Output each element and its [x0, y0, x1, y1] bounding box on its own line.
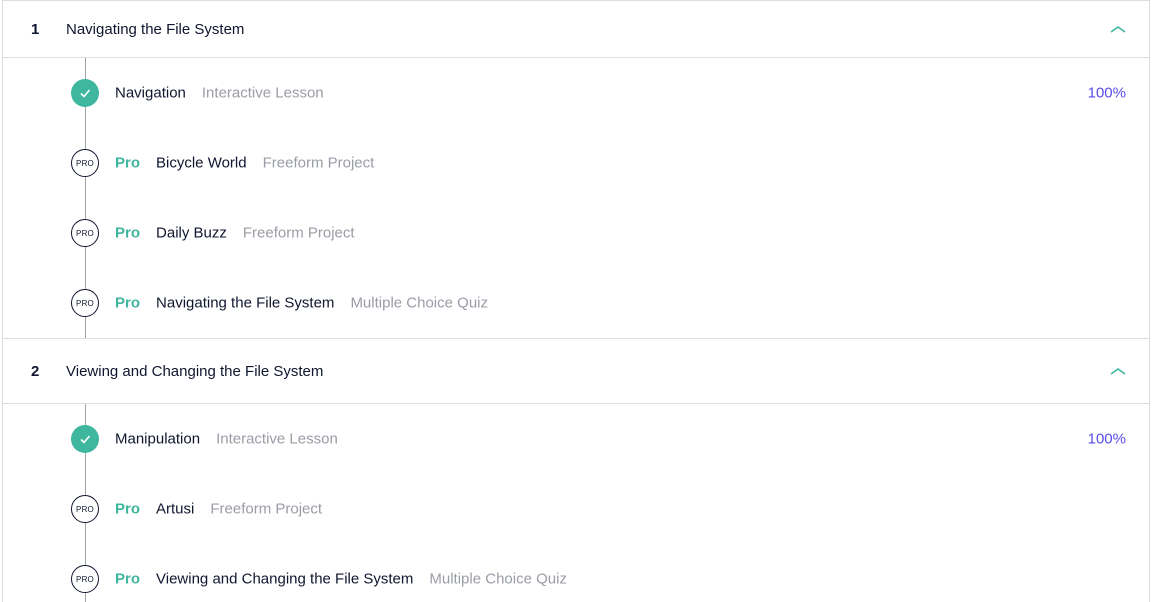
pro-badge-icon: PRO	[71, 565, 99, 593]
item-text: Pro Daily Buzz Freeform Project	[115, 225, 355, 242]
item-text: Pro Viewing and Changing the File System…	[115, 571, 567, 588]
pro-badge-icon: PRO	[71, 495, 99, 523]
check-icon	[71, 79, 99, 107]
item-text: Pro Navigating the File System Multiple …	[115, 295, 488, 312]
pro-label: Pro	[115, 224, 141, 242]
pro-badge-icon: PRO	[71, 289, 99, 317]
item-text: Pro Bicycle World Freeform Project	[115, 155, 374, 172]
list-item-navigation[interactable]: Navigation Interactive Lesson 100%	[3, 58, 1149, 128]
item-name: Viewing and Changing the File System	[156, 570, 414, 588]
item-type: Interactive Lesson	[201, 84, 324, 102]
pro-label: Pro	[115, 500, 141, 518]
item-text: Navigation Interactive Lesson	[115, 85, 324, 102]
item-type: Freeform Project	[242, 224, 355, 242]
list-item-navigating-quiz[interactable]: PRO Pro Navigating the File System Multi…	[3, 268, 1149, 338]
module-number: 2	[31, 362, 40, 380]
list-item-daily-buzz[interactable]: PRO Pro Daily Buzz Freeform Project	[3, 198, 1149, 268]
list-item-manipulation[interactable]: Manipulation Interactive Lesson 100%	[3, 404, 1149, 474]
module-items-1: Navigation Interactive Lesson 100% PRO P…	[3, 58, 1149, 339]
list-item-bicycle-world[interactable]: PRO Pro Bicycle World Freeform Project	[3, 128, 1149, 198]
item-text: Pro Artusi Freeform Project	[115, 501, 322, 518]
item-type: Interactive Lesson	[216, 430, 338, 448]
list-item-artusi[interactable]: PRO Pro Artusi Freeform Project	[3, 474, 1149, 544]
item-name: Navigation	[115, 84, 186, 102]
item-type: Multiple Choice Quiz	[429, 570, 567, 588]
pro-label: Pro	[115, 570, 141, 588]
module-header-1[interactable]: 1 Navigating the File System	[3, 1, 1149, 58]
item-name: Navigating the File System	[156, 294, 335, 312]
pro-label: Pro	[115, 154, 141, 172]
module-items-2: Manipulation Interactive Lesson 100% PRO…	[3, 404, 1149, 602]
list-item-viewing-quiz[interactable]: PRO Pro Viewing and Changing the File Sy…	[3, 544, 1149, 602]
module-number: 1	[31, 20, 40, 38]
item-text: Manipulation Interactive Lesson	[115, 431, 338, 448]
check-icon	[71, 425, 99, 453]
syllabus: 1 Navigating the File System Navigation …	[2, 0, 1150, 602]
item-name: Artusi	[156, 500, 195, 518]
item-type: Freeform Project	[262, 154, 375, 172]
chevron-up-icon[interactable]	[1109, 365, 1127, 377]
item-name: Bicycle World	[156, 154, 247, 172]
pro-label: Pro	[115, 294, 141, 312]
item-type: Freeform Project	[210, 500, 323, 518]
progress-percent: 100%	[1087, 84, 1126, 102]
item-type: Multiple Choice Quiz	[350, 294, 488, 312]
chevron-up-icon[interactable]	[1109, 23, 1127, 35]
item-name: Daily Buzz	[156, 224, 227, 242]
module-title: Viewing and Changing the File System	[66, 362, 324, 380]
pro-badge-icon: PRO	[71, 219, 99, 247]
item-name: Manipulation	[115, 430, 201, 448]
module-title: Navigating the File System	[66, 20, 245, 38]
pro-badge-icon: PRO	[71, 149, 99, 177]
progress-percent: 100%	[1087, 430, 1126, 448]
module-header-2[interactable]: 2 Viewing and Changing the File System	[3, 339, 1149, 404]
